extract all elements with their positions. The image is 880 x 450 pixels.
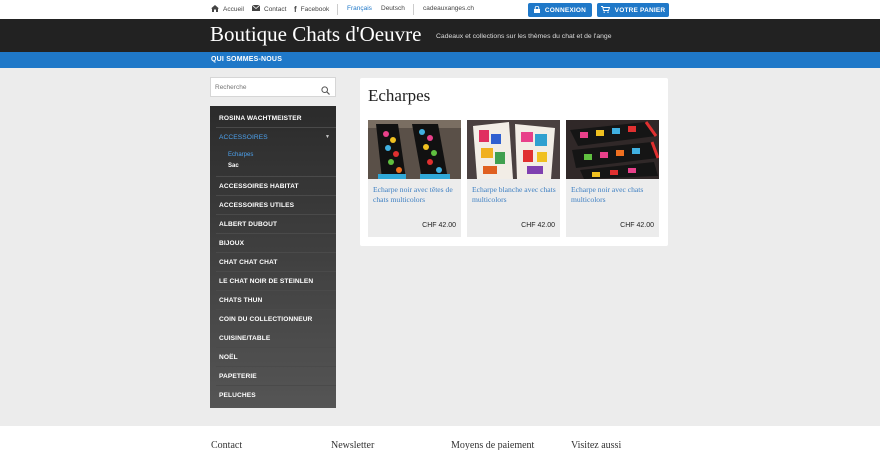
login-button[interactable]: CONNEXION — [528, 3, 592, 17]
site-tagline: Cadeaux et collections sur les thèmes du… — [436, 33, 612, 40]
sidebar-item-label: PAPETERIE — [219, 373, 257, 380]
sidebar-item-label: CUISINE/TABLE — [219, 335, 271, 342]
home-link[interactable]: Accueil — [211, 5, 244, 14]
lang-francais[interactable]: Français — [347, 5, 372, 12]
contact-link[interactable]: Contact — [251, 4, 287, 13]
sidebar-submenu: Echarpes Sac — [216, 147, 336, 177]
sidebar-item-label: ACCESSOIRES — [219, 134, 268, 141]
footer-heading-visitez: Visitez aussi — [571, 440, 622, 450]
product-title[interactable]: Echarpe noir avec têtes de chats multico… — [373, 185, 457, 205]
sidebar-item-rosina-wachtmeister[interactable]: ROSINA WACHTMEISTER — [216, 109, 336, 128]
sidebar-item-label: COIN DU COLLECTIONNEUR — [219, 316, 313, 323]
sidebar-item-accessoires-habitat[interactable]: ACCESSOIRES HABITAT — [216, 177, 336, 196]
sidebar-item-bijoux[interactable]: BIJOUX — [216, 234, 336, 253]
lang-deutsch[interactable]: Deutsch — [381, 5, 405, 12]
search-input[interactable] — [215, 81, 315, 93]
sidebar-item-label: PELUCHES — [219, 392, 256, 399]
product-title[interactable]: Echarpe blanche avec chats multicolors — [472, 185, 556, 205]
sidebar-item-chats-thun[interactable]: CHATS THUN — [216, 291, 336, 310]
main-nav: QUI SOMMES-NOUS — [0, 52, 880, 68]
footer-heading-paiement: Moyens de paiement — [451, 440, 535, 450]
sidebar-item-papeterie[interactable]: PAPETERIE — [216, 367, 336, 386]
product-card[interactable]: Echarpe blanche avec chats multicolors C… — [467, 120, 560, 237]
product-price: CHF 42.00 — [422, 222, 456, 229]
product-price: CHF 42.00 — [620, 222, 654, 229]
facebook-icon: f — [294, 5, 297, 14]
cart-button-label: VOTRE PANIER — [614, 6, 666, 14]
product-image[interactable] — [566, 120, 659, 179]
sidebar-subitem-echarpes[interactable]: Echarpes — [228, 150, 336, 161]
sidebar-item-accessoires[interactable]: ACCESSOIRES ▼ — [216, 128, 336, 147]
sidebar-item-label: ROSINA WACHTMEISTER — [219, 115, 302, 122]
sidebar-item-coin-collectionneur[interactable]: COIN DU COLLECTIONNEUR — [216, 310, 336, 329]
sidebar-item-label: CHATS THUN — [219, 297, 263, 304]
sidebar-item-label: LE CHAT NOIR DE STEINLEN — [219, 278, 314, 285]
footer-heading-newsletter: Newsletter — [331, 440, 375, 450]
sidebar-item-label: ACCESSOIRES HABITAT — [219, 183, 299, 190]
product-title[interactable]: Echarpe noir avec chats multicolors — [571, 185, 655, 205]
sidebar-subitem-sac[interactable]: Sac — [228, 161, 336, 172]
sidebar-item-cuisine-table[interactable]: CUISINE/TABLE — [216, 329, 336, 348]
sidebar-item-label: BIJOUX — [219, 240, 245, 247]
cart-button[interactable]: VOTRE PANIER — [597, 3, 669, 17]
lock-icon — [533, 5, 540, 15]
envelope-icon — [251, 4, 261, 13]
sidebar-item-peluches[interactable]: PELUCHES — [216, 386, 336, 405]
home-link-label: Accueil — [223, 6, 244, 13]
nav-item-qui-sommes-nous[interactable]: QUI SOMMES-NOUS — [211, 56, 282, 63]
site-footer: Contact Newsletter Moyens de paiement Vi… — [0, 426, 880, 450]
facebook-link[interactable]: f Facebook — [294, 5, 329, 14]
product-price: CHF 42.00 — [521, 222, 555, 229]
sidebar-item-noel[interactable]: NOËL — [216, 348, 336, 367]
product-listing: Echarpes Echarpe noir avec têtes de chat… — [360, 78, 668, 246]
login-button-label: CONNEXION — [544, 6, 587, 14]
domain-link[interactable]: cadeauxanges.ch — [423, 5, 474, 12]
sidebar-item-albert-dubout[interactable]: ALBERT DUBOUT — [216, 215, 336, 234]
product-card[interactable]: Echarpe noir avec têtes de chats multico… — [368, 120, 461, 237]
sidebar-item-label: ALBERT DUBOUT — [219, 221, 278, 228]
sidebar-item-label: CHAT CHAT CHAT — [219, 259, 278, 266]
page-title: Echarpes — [368, 86, 431, 105]
product-image[interactable] — [368, 120, 461, 179]
sidebar-item-label: NOËL — [219, 354, 238, 361]
divider — [337, 4, 338, 15]
site-header: Boutique Chats d'Oeuvre Cadeaux et colle… — [0, 19, 880, 52]
site-title[interactable]: Boutique Chats d'Oeuvre — [210, 22, 421, 47]
product-card[interactable]: Echarpe noir avec chats multicolors CHF … — [566, 120, 659, 237]
search-icon[interactable] — [321, 82, 330, 100]
facebook-link-label: Facebook — [300, 6, 330, 13]
category-sidebar: ROSINA WACHTMEISTER ACCESSOIRES ▼ Echarp… — [210, 106, 336, 408]
home-icon — [211, 5, 219, 14]
caret-down-icon[interactable]: ▼ — [325, 128, 330, 147]
contact-link-label: Contact — [264, 5, 287, 13]
sidebar-item-chat-noir-steinlen[interactable]: LE CHAT NOIR DE STEINLEN — [216, 272, 336, 291]
sidebar-item-label: ACCESSOIRES UTILES — [219, 202, 295, 209]
search-box — [210, 77, 336, 97]
sidebar-item-chat-chat-chat[interactable]: CHAT CHAT CHAT — [216, 253, 336, 272]
sidebar-item-accessoires-utiles[interactable]: ACCESSOIRES UTILES — [216, 196, 336, 215]
footer-heading-contact: Contact — [211, 440, 243, 450]
cart-icon — [600, 5, 610, 15]
divider — [413, 4, 414, 15]
top-bar: Accueil Contact f Facebook Français Deut… — [0, 0, 880, 19]
product-image[interactable] — [467, 120, 560, 179]
